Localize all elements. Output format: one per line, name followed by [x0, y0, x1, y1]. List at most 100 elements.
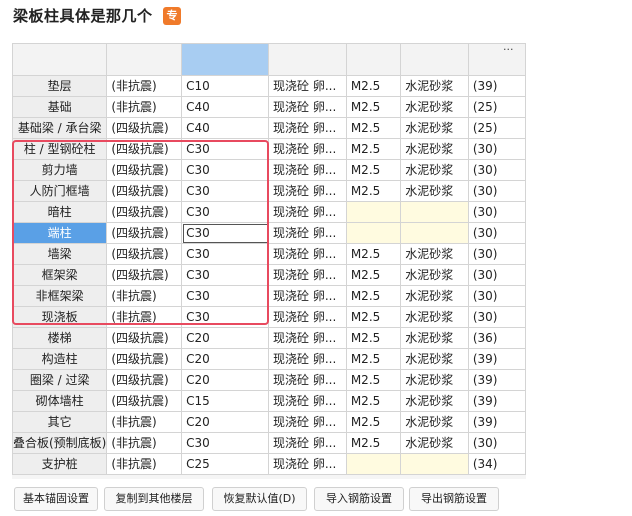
type-cell[interactable]: 现浇砼 卵...	[268, 411, 347, 433]
concrete-cell[interactable]: C30	[181, 285, 270, 307]
count-cell[interactable]: (25)	[467, 117, 526, 139]
type-cell[interactable]: 现浇砼 卵...	[268, 327, 347, 349]
concrete-cell[interactable]: C25	[181, 453, 270, 475]
count-cell[interactable]: (39)	[467, 390, 526, 412]
row-header[interactable]: 现浇板	[12, 306, 108, 328]
mortar-type-cell[interactable]: 水泥砂浆	[400, 243, 469, 265]
column-header-concrete[interactable]	[181, 43, 270, 76]
type-cell[interactable]: 现浇砼 卵...	[268, 75, 347, 97]
row-header[interactable]: 人防门框墙	[12, 180, 108, 202]
seismic-cell[interactable]: (四级抗震)	[106, 348, 183, 370]
concrete-cell[interactable]: C10	[181, 75, 270, 97]
type-cell[interactable]: 现浇砼 卵...	[268, 264, 347, 286]
column-header-mortar-type[interactable]	[400, 43, 469, 76]
seismic-cell[interactable]: (四级抗震)	[106, 327, 183, 349]
concrete-cell[interactable]: C20	[181, 327, 270, 349]
table-row[interactable]: 构造柱 (四级抗震) C20 现浇砼 卵... M2.5 水泥砂浆 (39)	[12, 348, 526, 370]
type-cell[interactable]: 现浇砼 卵...	[268, 201, 347, 223]
type-cell[interactable]: 现浇砼 卵...	[268, 159, 347, 181]
row-header[interactable]: 基础	[12, 96, 108, 118]
mortar-type-cell[interactable]: 水泥砂浆	[400, 285, 469, 307]
mortar-type-cell[interactable]	[400, 201, 469, 223]
concrete-cell[interactable]: C30	[181, 264, 270, 286]
type-cell[interactable]: 现浇砼 卵...	[268, 117, 347, 139]
row-header[interactable]: 墙梁	[12, 243, 108, 265]
mortar-type-cell[interactable]: 水泥砂浆	[400, 75, 469, 97]
mortar-grade-cell[interactable]: M2.5	[345, 138, 402, 160]
concrete-cell[interactable]: C40	[181, 117, 270, 139]
mortar-type-cell[interactable]: 水泥砂浆	[400, 369, 469, 391]
table-row[interactable]: 非框架梁 (非抗震) C30 现浇砼 卵... M2.5 水泥砂浆 (30)	[12, 285, 526, 307]
seismic-cell[interactable]: (非抗震)	[106, 96, 183, 118]
row-header[interactable]: 柱 / 型钢砼柱	[12, 138, 108, 160]
seismic-cell[interactable]: (四级抗震)	[106, 201, 183, 223]
count-cell[interactable]: (39)	[467, 411, 526, 433]
seismic-cell[interactable]: (四级抗震)	[106, 138, 183, 160]
count-cell[interactable]: (36)	[467, 327, 526, 349]
row-header[interactable]: 框架梁	[12, 264, 108, 286]
count-cell[interactable]: (30)	[467, 222, 526, 244]
type-cell[interactable]: 现浇砼 卵...	[268, 348, 347, 370]
table-row[interactable]: 柱 / 型钢砼柱 (四级抗震) C30 现浇砼 卵... M2.5 水泥砂浆 (30)	[12, 138, 526, 160]
table-row[interactable]: 砌体墙柱 (四级抗震) C15 现浇砼 卵... M2.5 水泥砂浆 (39)	[12, 390, 526, 412]
mortar-grade-cell[interactable]	[345, 201, 402, 223]
concrete-cell[interactable]: C20	[181, 348, 270, 370]
import-settings-button[interactable]: 导入钢筋设置	[314, 487, 404, 511]
seismic-cell[interactable]: (非抗震)	[106, 432, 183, 454]
type-cell[interactable]: 现浇砼 卵...	[268, 369, 347, 391]
count-cell[interactable]: (39)	[467, 348, 526, 370]
concrete-cell[interactable]: C30	[181, 159, 270, 181]
concrete-cell[interactable]: C20	[181, 369, 270, 391]
row-header[interactable]: 构造柱	[12, 348, 108, 370]
table-row[interactable]: 墙梁 (四级抗震) C30 现浇砼 卵... M2.5 水泥砂浆 (30)	[12, 243, 526, 265]
row-header[interactable]: 剪力墙	[12, 159, 108, 181]
row-header[interactable]: 垫层	[12, 75, 108, 97]
mortar-grade-cell[interactable]: M2.5	[345, 327, 402, 349]
seismic-cell[interactable]: (非抗震)	[106, 453, 183, 475]
concrete-cell[interactable]: C30	[181, 432, 270, 454]
table-row[interactable]: 叠合板(预制底板) (非抗震) C30 现浇砼 卵... M2.5 水泥砂浆 (30)	[12, 432, 526, 454]
concrete-cell[interactable]: C30	[181, 243, 270, 265]
mortar-type-cell[interactable]: 水泥砂浆	[400, 138, 469, 160]
table-row[interactable]: 支护桩 (非抗震) C25 现浇砼 卵... (34)	[12, 453, 526, 475]
seismic-cell[interactable]: (非抗震)	[106, 411, 183, 433]
seismic-cell[interactable]: (四级抗震)	[106, 222, 183, 244]
seismic-cell[interactable]: (四级抗震)	[106, 264, 183, 286]
row-header[interactable]: 支护桩	[12, 453, 108, 475]
table-row[interactable]: 圈梁 / 过梁 (四级抗震) C20 现浇砼 卵... M2.5 水泥砂浆 (39)	[12, 369, 526, 391]
row-header[interactable]: 楼梯	[12, 327, 108, 349]
seismic-cell[interactable]: (非抗震)	[106, 75, 183, 97]
type-cell[interactable]: 现浇砼 卵...	[268, 96, 347, 118]
count-cell[interactable]: (30)	[467, 264, 526, 286]
concrete-cell[interactable]: C15	[181, 390, 270, 412]
mortar-grade-cell[interactable]: M2.5	[345, 96, 402, 118]
seismic-cell[interactable]: (四级抗震)	[106, 369, 183, 391]
seismic-cell[interactable]: (非抗震)	[106, 306, 183, 328]
table-row[interactable]: 垫层 (非抗震) C10 现浇砼 卵... M2.5 水泥砂浆 (39)	[12, 75, 526, 97]
seismic-cell[interactable]: (四级抗震)	[106, 117, 183, 139]
table-row[interactable]: 端柱 (四级抗震) C30 现浇砼 卵... (30)	[12, 222, 526, 244]
type-cell[interactable]: 现浇砼 卵...	[268, 243, 347, 265]
count-cell[interactable]: (25)	[467, 96, 526, 118]
mortar-grade-cell[interactable]: M2.5	[345, 159, 402, 181]
mortar-grade-cell[interactable]: M2.5	[345, 75, 402, 97]
mortar-grade-cell[interactable]: M2.5	[345, 411, 402, 433]
type-cell[interactable]: 现浇砼 卵...	[268, 222, 347, 244]
restore-defaults-button[interactable]: 恢复默认值(D)	[212, 487, 307, 511]
mortar-grade-cell[interactable]: M2.5	[345, 264, 402, 286]
mortar-grade-cell[interactable]: M2.5	[345, 390, 402, 412]
mortar-grade-cell[interactable]	[345, 222, 402, 244]
row-header[interactable]: 圈梁 / 过梁	[12, 369, 108, 391]
mortar-type-cell[interactable]	[400, 222, 469, 244]
row-header[interactable]: 其它	[12, 411, 108, 433]
mortar-type-cell[interactable]: 水泥砂浆	[400, 159, 469, 181]
table-row[interactable]: 其它 (非抗震) C20 现浇砼 卵... M2.5 水泥砂浆 (39)	[12, 411, 526, 433]
anchor-settings-button[interactable]: 基本锚固设置	[14, 487, 98, 511]
table-row[interactable]: 基础梁 / 承台梁 (四级抗震) C40 现浇砼 卵... M2.5 水泥砂浆 (25)	[12, 117, 526, 139]
type-cell[interactable]: 现浇砼 卵...	[268, 453, 347, 475]
mortar-type-cell[interactable]: 水泥砂浆	[400, 327, 469, 349]
mortar-grade-cell[interactable]: M2.5	[345, 117, 402, 139]
mortar-type-cell[interactable]: 水泥砂浆	[400, 264, 469, 286]
seismic-cell[interactable]: (四级抗震)	[106, 390, 183, 412]
row-header[interactable]: 非框架梁	[12, 285, 108, 307]
